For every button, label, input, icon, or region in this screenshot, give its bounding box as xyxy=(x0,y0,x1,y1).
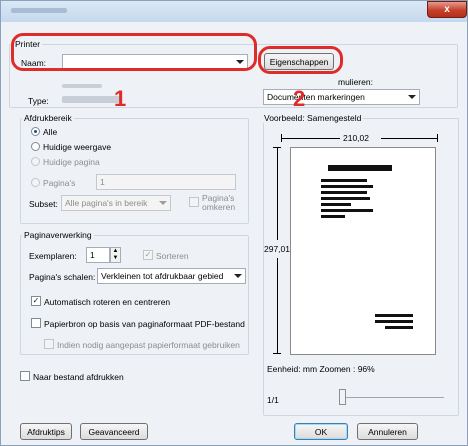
reverse-pages-label: Pagina's omkeren xyxy=(202,193,236,212)
range-current-view-radio[interactable] xyxy=(31,142,40,151)
custom-paper-label: Indien nodig aangepast papierformaat geb… xyxy=(57,340,240,350)
preview-heading-bar xyxy=(328,165,392,171)
preview-text-bar xyxy=(321,215,345,218)
reverse-pages-checkbox[interactable] xyxy=(189,197,199,207)
paper-source-label: Papierbron op basis van paginaformaat PD… xyxy=(44,319,245,329)
height-dim-tick-bottom xyxy=(273,353,281,354)
advanced-button[interactable]: Geavanceerd xyxy=(80,423,148,440)
preview-text-bar xyxy=(385,326,413,329)
preview-text-bar xyxy=(321,209,373,212)
comments-forms-select[interactable]: Documenten markeringen xyxy=(263,89,420,105)
print-to-file-checkbox[interactable] xyxy=(20,371,30,381)
scaling-label: Pagina's schalen: xyxy=(29,272,96,282)
preview-text-bar xyxy=(321,185,373,188)
paper-source-checkbox[interactable] xyxy=(31,318,41,328)
scaling-select[interactable]: Verkleinen tot afdrukbaar gebied xyxy=(97,268,246,284)
annotation-highlight-printer xyxy=(11,33,257,71)
pages-input[interactable]: 1 xyxy=(96,174,236,190)
preview-text-bar xyxy=(321,191,367,194)
chevron-down-icon xyxy=(408,95,416,99)
preview-page-counter: 1/1 xyxy=(267,395,279,405)
copies-spinner[interactable]: ▲ ▼ xyxy=(110,247,121,263)
collate-checkbox[interactable]: ✓ xyxy=(143,250,153,260)
preview-text-bar xyxy=(321,179,367,182)
page-slider-track[interactable] xyxy=(339,397,444,398)
height-dim-line-bottom xyxy=(277,258,278,353)
range-pages-radio[interactable] xyxy=(31,178,40,187)
close-button[interactable]: x xyxy=(427,1,467,18)
ok-button[interactable]: OK xyxy=(294,423,348,440)
range-current-page-label: Huidige pagina xyxy=(43,157,100,167)
width-dim-tick-right xyxy=(437,134,438,142)
chevron-down-icon xyxy=(159,201,167,205)
range-all-label: Alle xyxy=(43,127,58,137)
window-title xyxy=(11,8,67,13)
annotation-number-1: 1 xyxy=(114,86,127,111)
preview-text-bar xyxy=(321,197,370,200)
copies-input[interactable]: 1 xyxy=(86,247,110,263)
cancel-button[interactable]: Annuleren xyxy=(357,423,418,440)
preview-height-value: 297,01 xyxy=(264,244,290,254)
subset-select[interactable]: Alle pagina's in bereik xyxy=(61,195,171,211)
title-bar xyxy=(0,0,468,22)
comments-label: mulieren: xyxy=(338,77,373,87)
auto-rotate-checkbox[interactable]: ✓ xyxy=(31,296,41,306)
preview-width-value: 210,02 xyxy=(343,133,369,143)
print-tips-button[interactable]: Afdruktips xyxy=(20,423,72,440)
range-pages-label: Pagina's xyxy=(43,178,76,188)
printer-type-label: Type: xyxy=(28,96,49,106)
print-to-file-label: Naar bestand afdrukken xyxy=(33,372,124,382)
width-dim-line-right xyxy=(381,138,437,139)
width-dim-line-left xyxy=(282,138,340,139)
range-current-page-radio[interactable] xyxy=(31,157,40,166)
copies-label: Exemplaren: xyxy=(29,251,77,261)
preview-text-bar xyxy=(375,320,413,323)
auto-rotate-label: Automatisch roteren en centreren xyxy=(44,297,171,307)
preview-text-bar xyxy=(321,203,351,206)
custom-paper-checkbox[interactable] xyxy=(44,339,54,349)
annotation-number-2: 2 xyxy=(293,86,306,111)
height-dim-line-top xyxy=(277,148,278,240)
printer-type-value xyxy=(62,96,122,103)
preview-units-zoom: Eenheid: mm Zoomen : 96% xyxy=(267,364,375,374)
subset-label: Subset: xyxy=(29,199,58,209)
range-current-view-label: Huidige weergave xyxy=(43,142,112,152)
printer-status-value xyxy=(62,84,102,88)
preview-text-bar xyxy=(375,314,413,317)
page-slider-thumb[interactable] xyxy=(339,389,346,405)
chevron-down-icon xyxy=(234,274,242,278)
page-handling-legend: Paginaverwerking xyxy=(22,230,94,240)
preview-page xyxy=(290,147,436,355)
collate-label: Sorteren xyxy=(156,251,189,261)
annotation-highlight-properties xyxy=(258,46,343,74)
preview-legend: Voorbeeld: Samengesteld xyxy=(262,113,364,123)
range-all-radio[interactable] xyxy=(31,127,40,136)
print-range-legend: Afdrukbereik xyxy=(22,113,74,123)
